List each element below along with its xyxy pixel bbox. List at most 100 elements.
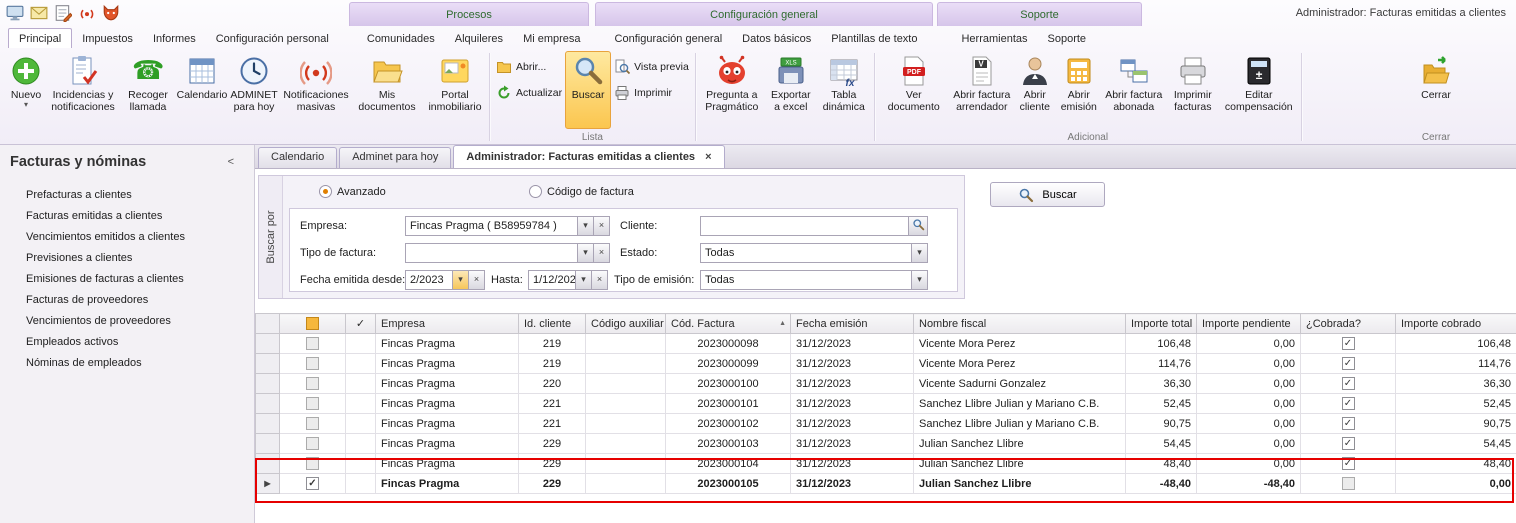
col-fecha-emision[interactable]: Fecha emisión [791,314,914,334]
abrir-button[interactable]: Abrir... [496,59,562,75]
tab-informes[interactable]: Informes [143,29,206,48]
imprimir-button[interactable]: Imprimir [614,85,689,101]
cobrada-checkbox[interactable]: ✓ [1342,437,1355,450]
recoger-llamada-button[interactable]: ☎ Recoger llamada [118,51,178,129]
cobrada-checkbox[interactable]: ✓ [1342,357,1355,370]
radio-avanzado[interactable]: Avanzado [319,185,386,198]
col-cod-factura[interactable]: Cód. Factura ▲ [666,314,791,334]
mis-documentos-button[interactable]: Mis documentos [350,51,424,129]
table-row[interactable]: Fincas Pragma219202300009831/12/2023Vice… [256,334,1516,354]
select-all-checkbox-icon[interactable] [306,317,319,330]
table-row[interactable]: Fincas Pragma229202300010331/12/2023Juli… [256,434,1516,454]
buscar-ribbon-button[interactable]: Buscar [565,51,611,129]
col-importe-pendiente[interactable]: Importe pendiente [1197,314,1301,334]
mail-icon[interactable] [30,4,48,20]
actualizar-button[interactable]: Actualizar [496,85,562,101]
cell-cobrada[interactable]: ✓ [1301,454,1396,474]
abrir-factura-abonada-button[interactable]: Abrir factura abonada [1102,51,1166,129]
table-row[interactable]: Fincas Pragma221202300010231/12/2023Sanc… [256,414,1516,434]
vista-previa-button[interactable]: Vista previa [614,59,689,75]
cliente-value[interactable] [700,216,909,236]
tipo-emision-value[interactable]: Todas [700,270,912,290]
broadcast-icon[interactable] [78,4,96,20]
estado-value[interactable]: Todas [700,243,912,263]
fecha-desde-field[interactable]: 2/2023 ▾ × [405,270,485,290]
tipo-factura-value[interactable] [405,243,578,263]
col-id-cliente[interactable]: Id. cliente [519,314,586,334]
hasta-field[interactable]: 1/12/2024 ▾ × [528,270,608,290]
fox-icon[interactable] [102,4,120,20]
adminet-para-hoy-button[interactable]: ADMINET para hoy [226,51,282,129]
editar-compensacion-button[interactable]: ± Editar compensación [1220,51,1298,129]
sidebar-item-nominas-empleados[interactable]: Nóminas de empleados [0,353,254,374]
col-importe-total[interactable]: Importe total [1126,314,1197,334]
table-row[interactable]: Fincas Pragma219202300009931/12/2023Vice… [256,354,1516,374]
chevron-down-icon[interactable]: ▾ [577,216,594,236]
cell-select[interactable]: ✓ [280,474,346,494]
sidebar-item-prefacturas-clientes[interactable]: Prefacturas a clientes [0,185,254,206]
tab-soporte[interactable]: Soporte [1038,29,1097,48]
empresa-combo[interactable]: Fincas Pragma ( B58959784 ) ▾ × [405,216,610,236]
tabla-dinamica-button[interactable]: fx Tabla dinámica [817,51,871,129]
cobrada-checkbox[interactable]: ✓ [1342,397,1355,410]
cobrada-checkbox[interactable]: ✓ [1342,377,1355,390]
abrir-emision-button[interactable]: Abrir emisión [1056,51,1102,129]
sidebar-item-facturas-proveedores[interactable]: Facturas de proveedores [0,290,254,311]
table-row[interactable]: Fincas Pragma220202300010031/12/2023Vice… [256,374,1516,394]
table-row[interactable]: Fincas Pragma221202300010131/12/2023Sanc… [256,394,1516,414]
search-icon[interactable] [908,216,928,236]
chevron-down-icon[interactable]: ▾ [911,243,928,263]
cell-cobrada[interactable]: ✓ [1301,334,1396,354]
nuevo-button[interactable]: Nuevo ▾ [4,51,48,129]
col-nombre-fiscal[interactable]: Nombre fiscal [914,314,1126,334]
cell-select[interactable] [280,394,346,414]
col-importe-cobrado[interactable]: Importe cobrado [1396,314,1516,334]
tab-administrador-facturas[interactable]: Administrador: Facturas emitidas a clien… [453,145,724,168]
tab-calendario[interactable]: Calendario [258,147,337,168]
portal-inmobiliario-button[interactable]: Portal inmobiliario [424,51,486,129]
table-row[interactable]: Fincas Pragma229202300010431/12/2023Juli… [256,454,1516,474]
row-select-checkbox[interactable] [306,437,319,450]
cliente-field[interactable] [700,216,928,236]
imprimir-facturas-button[interactable]: Imprimir facturas [1166,51,1220,129]
cell-cobrada[interactable]: ✓ [1301,394,1396,414]
row-select-checkbox[interactable]: ✓ [306,477,319,490]
cell-select[interactable] [280,454,346,474]
cell-select[interactable] [280,434,346,454]
cell-cobrada[interactable]: ✓ [1301,374,1396,394]
sidebar-item-facturas-emitidas-clientes[interactable]: Facturas emitidas a clientes [0,206,254,227]
monitor-icon[interactable] [6,4,24,20]
cell-cobrada[interactable]: ✓ [1301,354,1396,374]
ver-documento-button[interactable]: PDF Ver documento [878,51,950,129]
cobrada-checkbox[interactable] [1342,477,1355,490]
tab-herramientas[interactable]: Herramientas [951,29,1037,48]
fecha-desde-value[interactable]: 2/2023 [405,270,453,290]
col-codigo-auxiliar[interactable]: Código auxiliar [586,314,666,334]
hasta-value[interactable]: 1/12/2024 [528,270,576,290]
chevron-down-icon[interactable]: ▾ [575,270,592,290]
notificaciones-masivas-button[interactable]: Notificaciones masivas [282,51,350,129]
cobrada-checkbox[interactable]: ✓ [1342,417,1355,430]
tab-alquileres[interactable]: Alquileres [445,29,513,48]
clear-icon[interactable]: × [468,270,485,290]
radio-codigo-factura[interactable]: Código de factura [529,185,634,198]
cell-select[interactable] [280,334,346,354]
tab-configuracion-personal[interactable]: Configuración personal [206,29,339,48]
radio-unselected-icon[interactable] [529,185,542,198]
sidebar-item-vencimientos-proveedores[interactable]: Vencimientos de proveedores [0,311,254,332]
notes-icon[interactable] [54,4,72,20]
col-empresa[interactable]: Empresa [376,314,519,334]
row-select-checkbox[interactable] [306,357,319,370]
tab-plantillas-texto[interactable]: Plantillas de texto [821,29,927,48]
exportar-excel-button[interactable]: XLS Exportar a excel [765,51,817,129]
cell-cobrada[interactable]: ✓ [1301,434,1396,454]
cobrada-checkbox[interactable]: ✓ [1342,457,1355,470]
incidencias-button[interactable]: Incidencias y notificaciones [48,51,118,129]
chevron-down-icon[interactable]: ▾ [911,270,928,290]
clear-icon[interactable]: × [591,270,608,290]
cell-cobrada[interactable] [1301,474,1396,494]
tab-mi-empresa[interactable]: Mi empresa [513,29,590,48]
tab-impuestos[interactable]: Impuestos [72,29,143,48]
pregunta-pragmatico-button[interactable]: Pregunta a Pragmático [699,51,765,129]
close-icon[interactable]: × [705,151,711,163]
